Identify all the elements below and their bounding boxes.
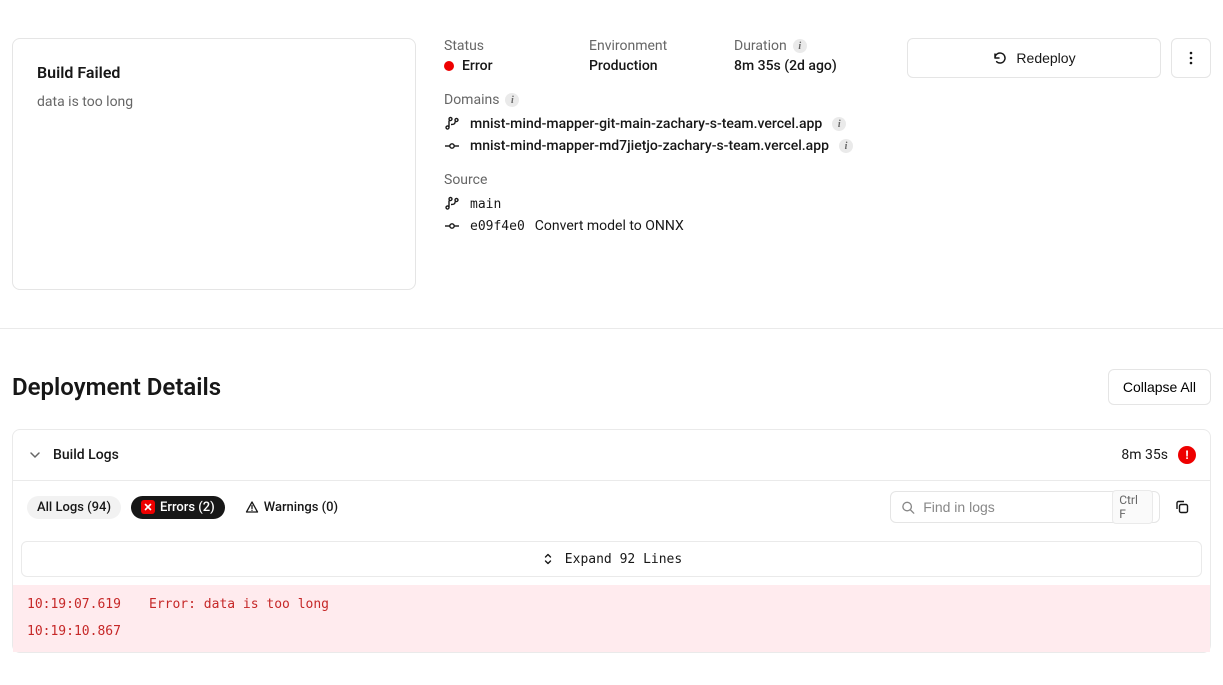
source-branch[interactable]: main (444, 196, 879, 212)
filter-all-logs[interactable]: All Logs (94) (27, 496, 121, 519)
info-icon[interactable]: i (832, 117, 846, 131)
collapse-all-button[interactable]: Collapse All (1108, 369, 1211, 405)
domain-url[interactable]: mnist-mind-mapper-md7jietjo-zachary-s-te… (470, 138, 829, 154)
environment-label: Environment (589, 38, 724, 54)
domains-list: mnist-mind-mapper-git-main-zachary-s-tea… (444, 116, 879, 154)
build-logs-panel: Build Logs 8m 35s ! All Logs (94) Errors… (12, 429, 1211, 653)
log-line[interactable]: 10:19:10.867 (13, 618, 1210, 645)
git-branch-icon (444, 196, 460, 212)
status-text: Error (462, 58, 493, 74)
filter-warnings[interactable]: Warnings (0) (235, 496, 348, 519)
filter-pills: All Logs (94) Errors (2) Warnings (0) (27, 496, 348, 519)
source-label: Source (444, 172, 879, 188)
error-square-icon (141, 500, 155, 514)
duration-label: Duration i (734, 38, 837, 54)
logs-header[interactable]: Build Logs 8m 35s ! (13, 430, 1210, 480)
logs-header-right: 8m 35s ! (1121, 446, 1196, 464)
logs-filter-bar: All Logs (94) Errors (2) Warnings (0) Ct… (13, 480, 1210, 533)
details-title: Deployment Details (12, 373, 221, 401)
logs-search-input[interactable] (923, 499, 1104, 515)
info-icon[interactable]: i (839, 139, 853, 153)
log-timestamp: 10:19:07.619 (27, 593, 127, 616)
expand-vertical-icon (541, 552, 555, 566)
redeploy-button[interactable]: Redeploy (907, 38, 1161, 78)
copy-icon (1174, 499, 1190, 515)
actions: Redeploy (907, 38, 1211, 290)
filter-errors[interactable]: Errors (2) (131, 496, 225, 519)
more-actions-button[interactable] (1171, 38, 1211, 78)
error-indicator-icon: ! (1178, 446, 1196, 464)
build-preview-card: Build Failed data is too long (12, 38, 416, 290)
logs-header-left: Build Logs (27, 447, 119, 463)
environment-block: Environment Production (589, 38, 724, 74)
status-error-dot-icon (444, 61, 454, 71)
logs-search-group: Ctrl F (890, 491, 1196, 523)
redeploy-icon (992, 50, 1008, 66)
source-list: main e09f4e0 Convert model to ONNX (444, 196, 879, 234)
commit-message[interactable]: Convert model to ONNX (535, 218, 684, 234)
logs-duration: 8m 35s (1121, 447, 1168, 463)
domain-item[interactable]: mnist-mind-mapper-md7jietjo-zachary-s-te… (444, 138, 879, 154)
log-timestamp: 10:19:10.867 (27, 620, 127, 643)
source-commit[interactable]: e09f4e0 Convert model to ONNX (444, 218, 879, 234)
deployment-summary: Build Failed data is too long Status Err… (0, 0, 1223, 329)
expand-lines-button[interactable]: Expand 92 Lines (21, 541, 1202, 577)
git-branch-icon (444, 116, 460, 132)
info-icon[interactable]: i (793, 39, 807, 53)
commit-hash[interactable]: e09f4e0 (470, 219, 525, 234)
build-status-title: Build Failed (37, 63, 391, 82)
source-block: Source main e09f4e0 Convert model to ONN… (444, 172, 879, 234)
git-commit-icon (444, 218, 460, 234)
more-vertical-icon (1183, 50, 1199, 66)
status-label: Status (444, 38, 579, 54)
branch-name[interactable]: main (470, 197, 501, 212)
details-header: Deployment Details Collapse All (0, 329, 1223, 429)
git-commit-icon (444, 138, 460, 154)
build-error-message: data is too long (37, 94, 391, 110)
domains-block: Domains i mnist-mind-mapper-git-main-zac… (444, 92, 879, 154)
logs-search-box[interactable]: Ctrl F (890, 491, 1160, 523)
search-shortcut: Ctrl F (1112, 490, 1153, 524)
domain-url[interactable]: mnist-mind-mapper-git-main-zachary-s-tea… (470, 116, 822, 132)
environment-value: Production (589, 58, 724, 74)
meta-row: Status Error Environment Production Dura… (444, 38, 879, 74)
log-line[interactable]: 10:19:07.619 Error: data is too long (13, 591, 1210, 618)
expand-lines-text: Expand 92 Lines (565, 552, 682, 567)
duration-value: 8m 35s (2d ago) (734, 58, 837, 74)
log-lines: 10:19:07.619 Error: data is too long 10:… (13, 585, 1210, 652)
search-icon (901, 500, 915, 515)
warning-triangle-icon (245, 500, 259, 514)
deployment-meta: Status Error Environment Production Dura… (444, 38, 879, 290)
chevron-down-icon (27, 447, 43, 463)
status-block: Status Error (444, 38, 579, 74)
status-value: Error (444, 58, 579, 74)
copy-logs-button[interactable] (1168, 493, 1196, 521)
domain-item[interactable]: mnist-mind-mapper-git-main-zachary-s-tea… (444, 116, 879, 132)
domains-label: Domains i (444, 92, 879, 108)
log-message: Error: data is too long (149, 593, 329, 616)
logs-title: Build Logs (53, 447, 119, 463)
duration-block: Duration i 8m 35s (2d ago) (734, 38, 837, 74)
info-icon[interactable]: i (505, 93, 519, 107)
